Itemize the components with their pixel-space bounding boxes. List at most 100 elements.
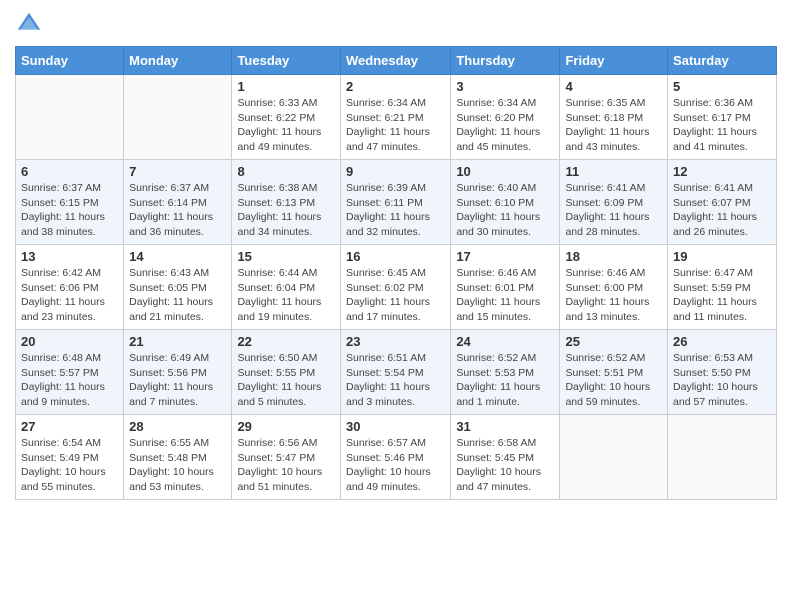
day-number: 1 [237,79,335,94]
calendar-cell: 8 Sunrise: 6:38 AM Sunset: 6:13 PM Daylig… [232,160,341,245]
day-info: Sunrise: 6:49 AM Sunset: 5:56 PM Dayligh… [129,351,226,410]
calendar-week-row: 27 Sunrise: 6:54 AM Sunset: 5:49 PM Dayli… [16,415,777,500]
day-info: Sunrise: 6:46 AM Sunset: 6:00 PM Dayligh… [565,266,662,325]
day-number: 7 [129,164,226,179]
day-number: 30 [346,419,445,434]
day-number: 27 [21,419,118,434]
day-info: Sunrise: 6:52 AM Sunset: 5:51 PM Dayligh… [565,351,662,410]
day-number: 17 [456,249,554,264]
day-info: Sunrise: 6:38 AM Sunset: 6:13 PM Dayligh… [237,181,335,240]
day-number: 12 [673,164,771,179]
calendar-cell: 1 Sunrise: 6:33 AM Sunset: 6:22 PM Daylig… [232,75,341,160]
day-info: Sunrise: 6:42 AM Sunset: 6:06 PM Dayligh… [21,266,118,325]
day-info: Sunrise: 6:46 AM Sunset: 6:01 PM Dayligh… [456,266,554,325]
calendar-cell [124,75,232,160]
day-number: 11 [565,164,662,179]
day-number: 16 [346,249,445,264]
calendar-cell: 7Sunrise: 6:37 AM Sunset: 6:14 PM Daylig… [124,160,232,245]
calendar-cell: 24 Sunrise: 6:52 AM Sunset: 5:53 PM Dayli… [451,330,560,415]
day-info: Sunrise: 6:56 AM Sunset: 5:47 PM Dayligh… [237,436,335,495]
calendar-cell: 20 Sunrise: 6:48 AM Sunset: 5:57 PM Dayli… [16,330,124,415]
day-info: Sunrise: 6:37 AM Sunset: 6:15 PM Dayligh… [21,181,118,240]
day-info: Sunrise: 6:35 AM Sunset: 6:18 PM Dayligh… [565,96,662,155]
day-info: Sunrise: 6:34 AM Sunset: 6:20 PM Dayligh… [456,96,554,155]
day-number: 3 [456,79,554,94]
calendar-cell: 23Sunrise: 6:51 AM Sunset: 5:54 PM Dayli… [340,330,450,415]
calendar-cell: 15Sunrise: 6:44 AM Sunset: 6:04 PM Dayli… [232,245,341,330]
day-number: 8 [237,164,335,179]
logo-icon [15,10,43,38]
logo [15,10,47,38]
weekday-header-wednesday: Wednesday [340,47,450,75]
day-number: 26 [673,334,771,349]
day-info: Sunrise: 6:40 AM Sunset: 6:10 PM Dayligh… [456,181,554,240]
calendar-cell: 12 Sunrise: 6:41 AM Sunset: 6:07 PM Dayli… [668,160,777,245]
day-info: Sunrise: 6:33 AM Sunset: 6:22 PM Dayligh… [237,96,335,155]
calendar-cell: 31 Sunrise: 6:58 AM Sunset: 5:45 PM Dayli… [451,415,560,500]
weekday-header-friday: Friday [560,47,668,75]
calendar-cell: 30 Sunrise: 6:57 AM Sunset: 5:46 PM Dayli… [340,415,450,500]
day-number: 13 [21,249,118,264]
day-info: Sunrise: 6:57 AM Sunset: 5:46 PM Dayligh… [346,436,445,495]
day-info: Sunrise: 6:47 AM Sunset: 5:59 PM Dayligh… [673,266,771,325]
calendar-cell: 27 Sunrise: 6:54 AM Sunset: 5:49 PM Dayli… [16,415,124,500]
calendar-cell: 25 Sunrise: 6:52 AM Sunset: 5:51 PM Dayli… [560,330,668,415]
calendar-week-row: 20 Sunrise: 6:48 AM Sunset: 5:57 PM Dayli… [16,330,777,415]
day-info: Sunrise: 6:54 AM Sunset: 5:49 PM Dayligh… [21,436,118,495]
calendar-cell: 10 Sunrise: 6:40 AM Sunset: 6:10 PM Dayli… [451,160,560,245]
day-number: 19 [673,249,771,264]
calendar-cell: 9 Sunrise: 6:39 AM Sunset: 6:11 PM Daylig… [340,160,450,245]
day-info: Sunrise: 6:41 AM Sunset: 6:07 PM Dayligh… [673,181,771,240]
day-number: 2 [346,79,445,94]
calendar-cell: 4 Sunrise: 6:35 AM Sunset: 6:18 PM Daylig… [560,75,668,160]
calendar-cell: 16Sunrise: 6:45 AM Sunset: 6:02 PM Dayli… [340,245,450,330]
calendar-cell: 2 Sunrise: 6:34 AM Sunset: 6:21 PM Daylig… [340,75,450,160]
calendar-cell [668,415,777,500]
day-info: Sunrise: 6:50 AM Sunset: 5:55 PM Dayligh… [237,351,335,410]
day-number: 9 [346,164,445,179]
day-number: 24 [456,334,554,349]
day-info: Sunrise: 6:58 AM Sunset: 5:45 PM Dayligh… [456,436,554,495]
weekday-header-tuesday: Tuesday [232,47,341,75]
day-info: Sunrise: 6:34 AM Sunset: 6:21 PM Dayligh… [346,96,445,155]
day-info: Sunrise: 6:48 AM Sunset: 5:57 PM Dayligh… [21,351,118,410]
calendar-cell: 29 Sunrise: 6:56 AM Sunset: 5:47 PM Dayli… [232,415,341,500]
day-info: Sunrise: 6:39 AM Sunset: 6:11 PM Dayligh… [346,181,445,240]
calendar-header-row: SundayMondayTuesdayWednesdayThursdayFrid… [16,47,777,75]
calendar-cell [560,415,668,500]
day-info: Sunrise: 6:36 AM Sunset: 6:17 PM Dayligh… [673,96,771,155]
day-number: 5 [673,79,771,94]
day-number: 25 [565,334,662,349]
weekday-header-thursday: Thursday [451,47,560,75]
page-header [15,10,777,38]
day-number: 21 [129,334,226,349]
calendar-week-row: 13 Sunrise: 6:42 AM Sunset: 6:06 PM Dayli… [16,245,777,330]
calendar-cell: 18 Sunrise: 6:46 AM Sunset: 6:00 PM Dayli… [560,245,668,330]
day-number: 14 [129,249,226,264]
calendar-cell: 6 Sunrise: 6:37 AM Sunset: 6:15 PM Daylig… [16,160,124,245]
calendar-cell: 11 Sunrise: 6:41 AM Sunset: 6:09 PM Dayli… [560,160,668,245]
day-number: 22 [237,334,335,349]
day-number: 29 [237,419,335,434]
day-info: Sunrise: 6:43 AM Sunset: 6:05 PM Dayligh… [129,266,226,325]
day-number: 18 [565,249,662,264]
calendar-cell: 28Sunrise: 6:55 AM Sunset: 5:48 PM Dayli… [124,415,232,500]
calendar-cell: 22 Sunrise: 6:50 AM Sunset: 5:55 PM Dayli… [232,330,341,415]
day-info: Sunrise: 6:53 AM Sunset: 5:50 PM Dayligh… [673,351,771,410]
day-number: 20 [21,334,118,349]
calendar-cell: 26 Sunrise: 6:53 AM Sunset: 5:50 PM Dayli… [668,330,777,415]
calendar-cell: 19 Sunrise: 6:47 AM Sunset: 5:59 PM Dayli… [668,245,777,330]
day-number: 23 [346,334,445,349]
calendar-cell: 21 Sunrise: 6:49 AM Sunset: 5:56 PM Dayli… [124,330,232,415]
calendar-week-row: 1 Sunrise: 6:33 AM Sunset: 6:22 PM Daylig… [16,75,777,160]
calendar-cell [16,75,124,160]
calendar-cell: 14 Sunrise: 6:43 AM Sunset: 6:05 PM Dayli… [124,245,232,330]
day-info: Sunrise: 6:52 AM Sunset: 5:53 PM Dayligh… [456,351,554,410]
calendar-cell: 5 Sunrise: 6:36 AM Sunset: 6:17 PM Daylig… [668,75,777,160]
day-number: 4 [565,79,662,94]
day-number: 10 [456,164,554,179]
day-number: 6 [21,164,118,179]
day-info: Sunrise: 6:41 AM Sunset: 6:09 PM Dayligh… [565,181,662,240]
day-number: 31 [456,419,554,434]
day-number: 28 [129,419,226,434]
